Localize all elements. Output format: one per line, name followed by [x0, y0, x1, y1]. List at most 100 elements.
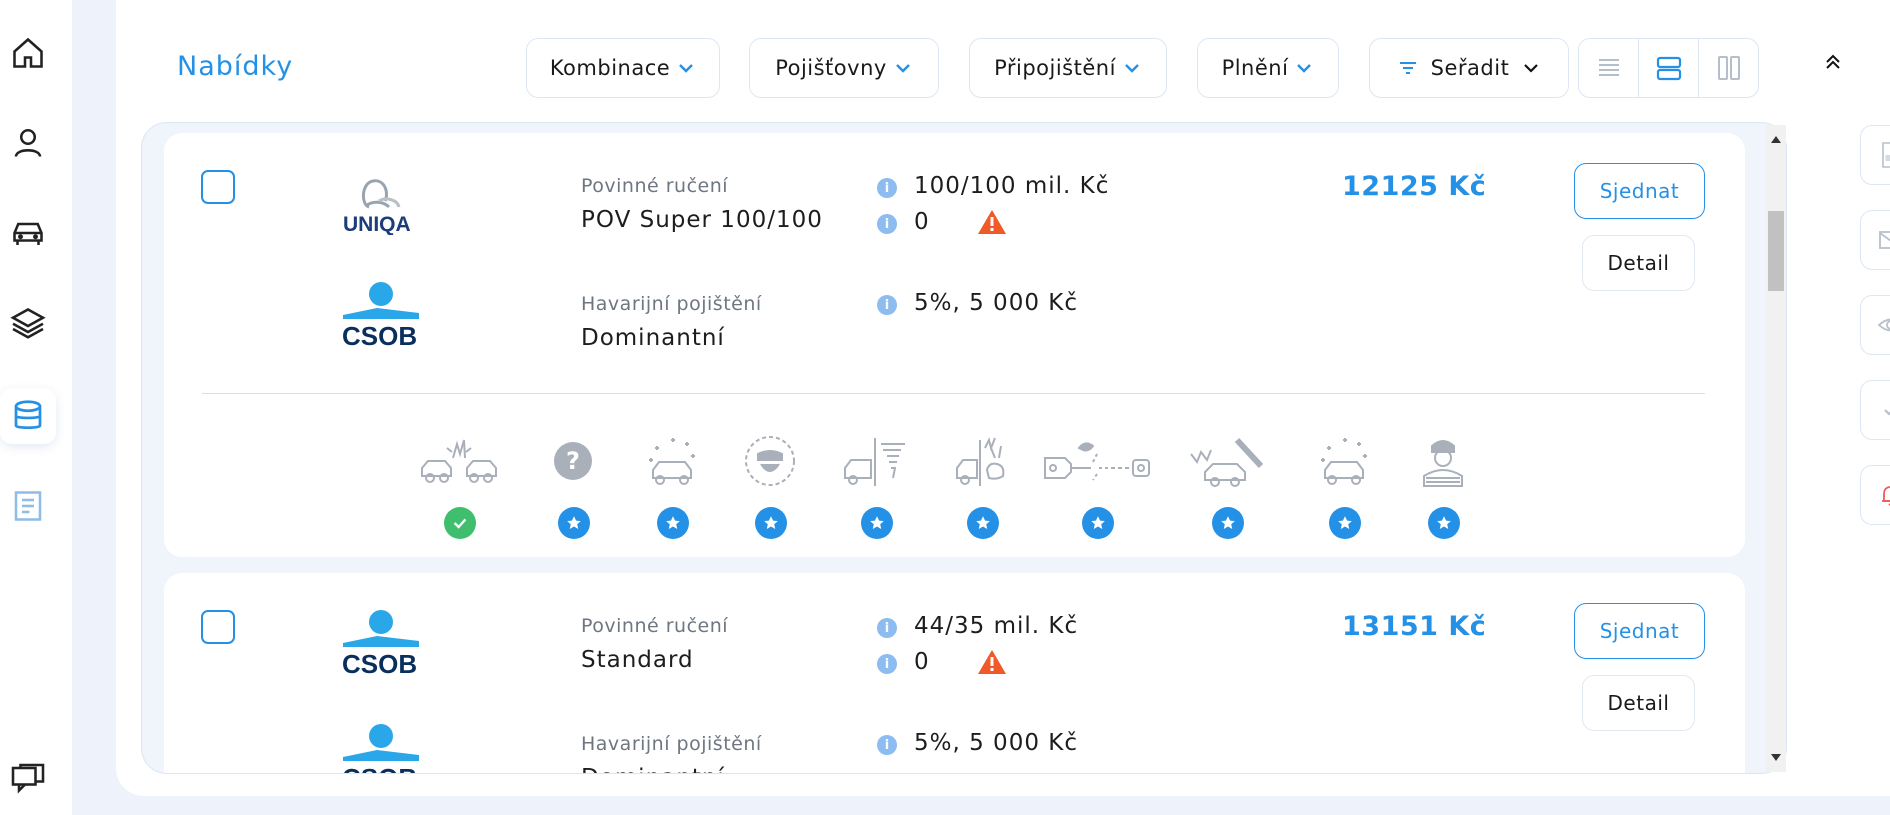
mtpl-product-name: POV Super 100/100 — [581, 207, 823, 233]
chat-icon — [11, 763, 45, 794]
bell-icon — [1882, 486, 1890, 506]
feature-hail[interactable] — [1299, 433, 1389, 543]
list-scrollbar[interactable] — [1766, 125, 1786, 772]
info-icon[interactable]: i — [877, 214, 897, 234]
scroll-down-arrow-icon[interactable] — [1766, 748, 1786, 768]
user-icon — [14, 128, 42, 157]
info-icon[interactable]: i — [877, 295, 897, 315]
filter-insurers-button[interactable]: Pojišťovny — [749, 38, 939, 98]
feature-thief[interactable] — [1398, 433, 1488, 543]
filter-claims-button[interactable]: Plnění — [1197, 38, 1339, 98]
casco-deductible: 5%, 5 000 Kč — [914, 290, 1078, 316]
offer-select-checkbox[interactable] — [201, 170, 235, 204]
offers-list: UNIQA CSOB Povinné ručení POV Super 100/… — [141, 122, 1787, 774]
star-badge-icon — [1428, 507, 1460, 539]
confirm-button[interactable] — [1860, 380, 1890, 440]
feature-vandalism[interactable] — [1182, 433, 1272, 543]
collision-icon — [421, 439, 497, 483]
feature-storm[interactable] — [831, 433, 921, 543]
chevron-down-icon — [1125, 64, 1139, 73]
preview-button[interactable] — [1860, 295, 1890, 355]
export-pdf-button[interactable] — [1860, 125, 1890, 185]
arrange-button[interactable]: Sjednat — [1574, 603, 1705, 659]
mtpl-deductible: 0 — [914, 649, 930, 675]
theft-icon — [745, 436, 795, 486]
chevron-down-icon — [895, 64, 910, 73]
view-compact-button[interactable] — [1579, 39, 1639, 97]
mtpl-limit: 100/100 mil. Kč — [914, 173, 1110, 199]
mtpl-limit: 44/35 mil. Kč — [914, 613, 1079, 639]
feature-animal-collision[interactable] — [937, 433, 1027, 543]
arrange-button[interactable]: Sjednat — [1574, 163, 1705, 219]
card-divider — [202, 393, 1705, 394]
scrollbar-thumb[interactable] — [1768, 211, 1784, 291]
nav-home[interactable] — [0, 25, 56, 81]
nav-car[interactable] — [0, 205, 56, 261]
view-columns-button[interactable] — [1699, 39, 1758, 97]
feature-unknown[interactable]: ? — [528, 433, 618, 543]
offer-select-checkbox[interactable] — [201, 610, 235, 644]
home-icon — [13, 37, 43, 68]
csob-mark-icon: CSOB — [342, 282, 419, 351]
document-icon — [14, 491, 42, 521]
double-chevron-up-icon[interactable] — [1818, 48, 1848, 78]
star-badge-icon — [558, 507, 590, 539]
nav-user[interactable] — [0, 115, 56, 171]
filter-combination-button[interactable]: Kombinace — [526, 38, 720, 98]
detail-button[interactable]: Detail — [1582, 675, 1695, 731]
star-badge-icon — [967, 507, 999, 539]
sort-button[interactable]: Seřadit — [1369, 38, 1569, 98]
feature-collision[interactable] — [414, 433, 504, 543]
storm-tornado-icon — [844, 438, 905, 486]
mail-icon — [1879, 231, 1890, 249]
database-icon — [14, 400, 42, 430]
hail-icon — [1321, 438, 1367, 485]
list-lines-icon — [1598, 59, 1619, 76]
eye-icon — [1877, 318, 1890, 332]
chevron-down-icon — [679, 64, 694, 73]
question-icon: ? — [554, 442, 592, 480]
scroll-up-arrow-icon[interactable] — [1766, 129, 1786, 149]
columns-icon — [1717, 56, 1740, 80]
layers-icon — [10, 308, 46, 339]
pdf-icon — [1882, 142, 1890, 168]
nav-database[interactable] — [0, 388, 56, 444]
csob-mark-icon: CSOB — [342, 724, 419, 774]
notifications-button[interactable] — [1860, 465, 1890, 525]
filter-label: Kombinace — [549, 56, 671, 80]
uniqa-q-icon: UNIQA — [343, 179, 411, 236]
casco-type-label: Havarijní pojištění — [581, 293, 762, 315]
offer-card: CSOB CSOB Povinné ručení Standard Havari… — [164, 573, 1745, 774]
filter-riders-button[interactable]: Připojištění — [969, 38, 1167, 98]
csob-wordmark: CSOB — [342, 763, 417, 774]
csob-logo: CSOB — [341, 281, 421, 351]
nav-layers[interactable] — [0, 295, 56, 351]
animal-collision-icon — [956, 437, 1005, 486]
app-root: Nabídky Kombinace Pojišťovny Připojištěn… — [0, 0, 1890, 815]
car-icon — [13, 222, 43, 245]
star-badge-icon — [861, 507, 893, 539]
star-badge-icon — [1212, 507, 1244, 539]
check-badge-icon — [444, 507, 476, 539]
feature-cable-damage[interactable] — [1038, 433, 1158, 543]
nav-chat[interactable] — [0, 752, 56, 808]
info-icon[interactable]: i — [877, 735, 897, 755]
view-cards-button[interactable] — [1639, 39, 1699, 97]
info-icon[interactable]: i — [877, 178, 897, 198]
offer-card: UNIQA CSOB Povinné ručení POV Super 100/… — [164, 133, 1745, 557]
filter-label: Připojištění — [994, 56, 1116, 80]
feature-theft[interactable] — [725, 433, 815, 543]
info-icon[interactable]: i — [877, 654, 897, 674]
casco-product-name: Dominantní — [581, 765, 725, 773]
casco-deductible: 5%, 5 000 Kč — [914, 730, 1078, 756]
vandalism-icon — [1190, 437, 1264, 487]
send-email-button[interactable] — [1860, 210, 1890, 270]
feature-natural-disaster[interactable] — [627, 433, 717, 543]
info-icon[interactable]: i — [877, 618, 897, 638]
detail-button[interactable]: Detail — [1582, 235, 1695, 291]
page-title: Nabídky — [177, 51, 294, 82]
nav-documents[interactable] — [0, 478, 56, 534]
offer-price: 12125 Kč — [1342, 171, 1487, 202]
sort-lines-icon — [1399, 62, 1416, 74]
natural-disaster-icon — [649, 438, 695, 485]
